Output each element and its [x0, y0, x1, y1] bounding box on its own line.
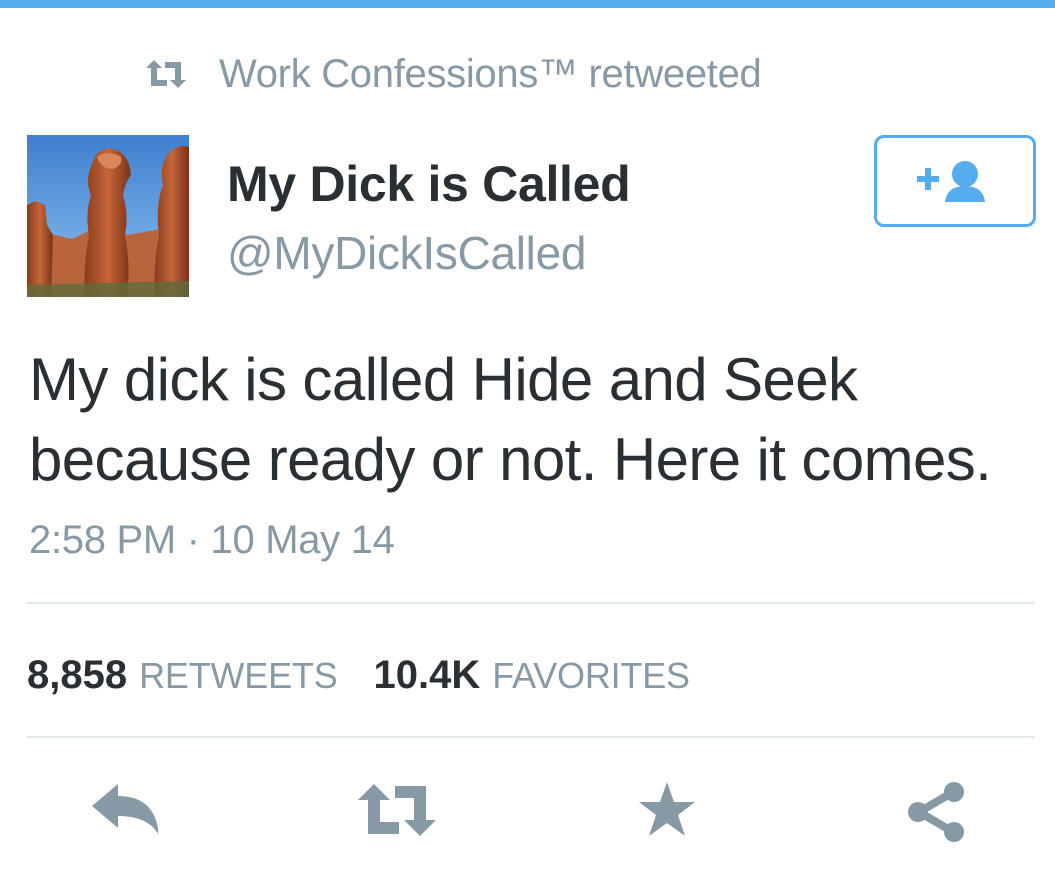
retweet-context-text[interactable]: Work Confessions™ retweeted — [219, 52, 762, 97]
retweets-stat[interactable]: 8,858 RETWEETS — [27, 653, 338, 698]
author-avatar[interactable] — [27, 135, 189, 297]
share-icon — [908, 782, 964, 842]
star-icon — [639, 782, 695, 836]
author-name[interactable]: My Dick is Called — [227, 155, 631, 213]
tweet-text-line: because ready or not. Here it comes. — [29, 426, 992, 493]
retweet-icon — [358, 784, 436, 836]
follow-button[interactable] — [874, 135, 1036, 227]
favorite-button[interactable] — [636, 780, 698, 840]
favorites-label: FAVORITES — [492, 654, 690, 696]
tweet-text: My dick is called Hide and Seek because … — [29, 340, 1039, 500]
tweet-timestamp[interactable]: 2:58 PM · 10 May 14 — [29, 518, 395, 563]
favorites-stat[interactable]: 10.4K FAVORITES — [373, 652, 691, 698]
favorites-count: 10.4K — [373, 652, 481, 697]
tweet-text-line: My dick is called Hide and Seek — [29, 346, 858, 413]
retweet-context: Work Confessions™ retweeted — [145, 50, 762, 98]
retweets-count: 8,858 — [27, 652, 128, 697]
tweet-stats: 8,858 RETWEETS 10.4K FAVORITES — [27, 650, 690, 700]
divider — [27, 602, 1035, 604]
rock-formation-avatar — [27, 135, 189, 297]
retweet-button[interactable] — [356, 780, 438, 840]
retweet-icon — [145, 60, 187, 88]
follow-user-icon — [917, 161, 985, 202]
retweets-label: RETWEETS — [139, 654, 338, 696]
reply-button[interactable] — [90, 780, 162, 840]
divider — [27, 736, 1035, 738]
reply-icon — [92, 784, 158, 834]
share-button[interactable] — [904, 780, 968, 844]
top-accent-bar — [0, 0, 1055, 8]
author-handle[interactable]: @MyDickIsCalled — [227, 226, 586, 280]
